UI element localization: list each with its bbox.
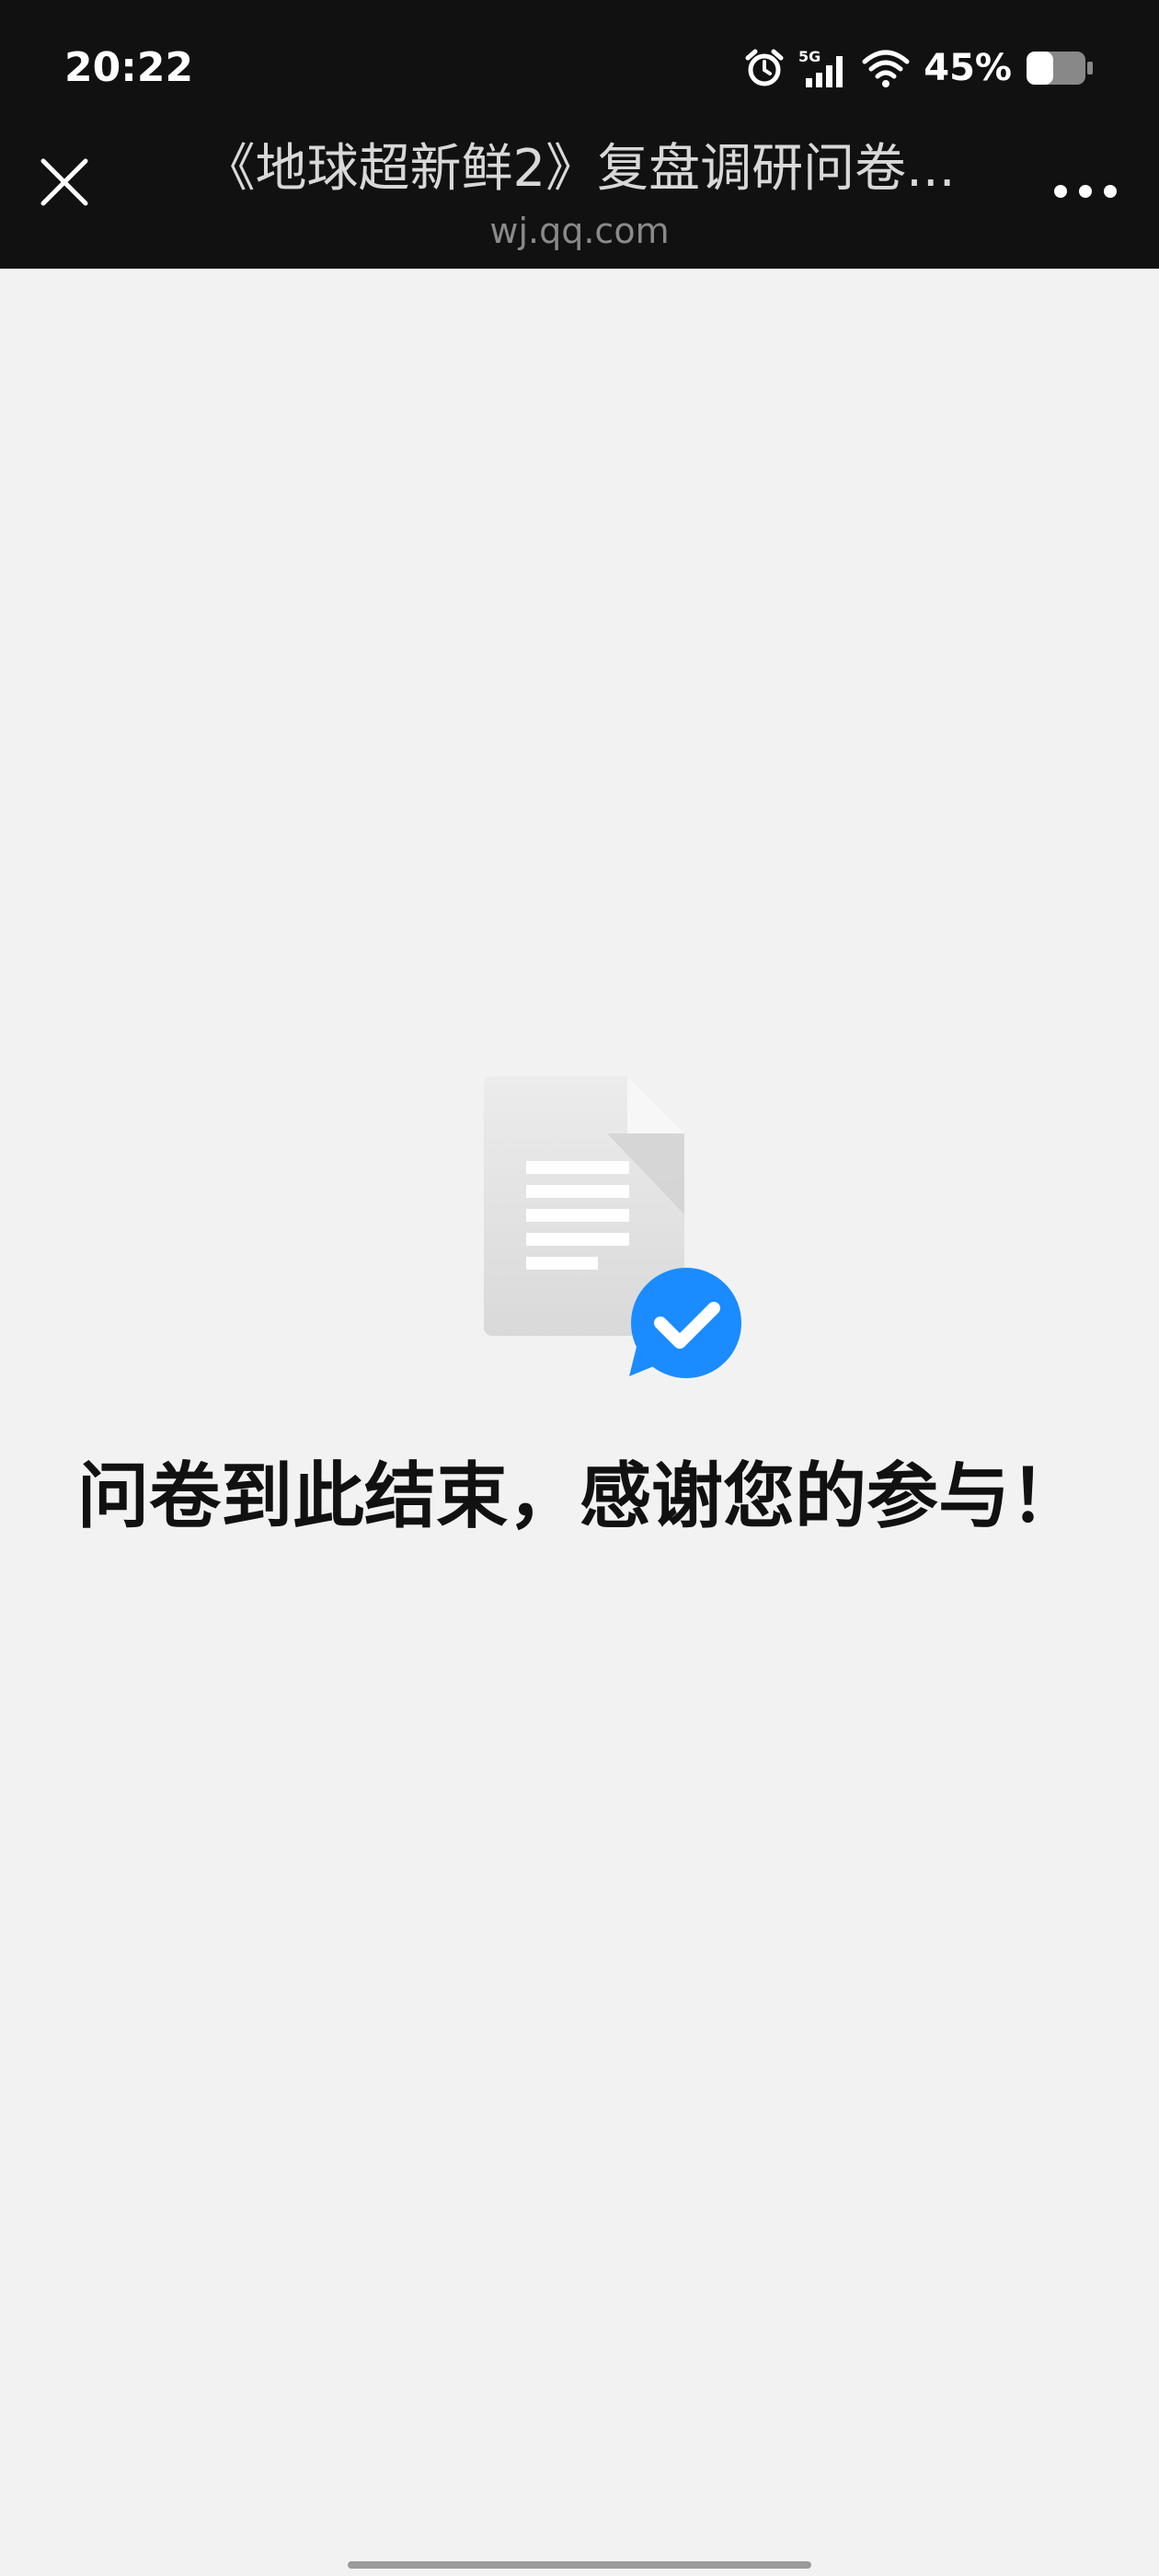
document-check-icon	[469, 1076, 745, 1380]
page-title: 《地球超新鲜2》复盘调研问卷...	[203, 139, 956, 199]
status-time: 20:22	[64, 44, 194, 91]
top-bar: 20:22 5G 45% 《地球超新鲜2》复盘调研问卷... wj.qq.com	[0, 0, 1159, 269]
more-button[interactable]	[1039, 156, 1131, 230]
status-icons: 5G 45%	[743, 40, 1095, 96]
battery-icon	[1025, 48, 1095, 88]
page-url: wj.qq.com	[489, 211, 670, 251]
network-type-label: 5G	[798, 48, 820, 65]
home-indicator[interactable]	[348, 2561, 811, 2569]
more-icon	[1053, 182, 1118, 204]
wifi-icon	[861, 47, 911, 89]
alarm-icon	[743, 47, 786, 89]
end-message: 问卷到此结束，感谢您的参与！	[76, 1455, 1082, 1538]
battery-percentage: 45%	[924, 47, 1012, 89]
status-bar: 20:22 5G 45%	[0, 0, 1159, 138]
main-content	[0, 269, 1159, 2576]
close-button[interactable]	[28, 147, 101, 221]
signal-icon: 5G	[798, 47, 848, 89]
close-icon	[40, 157, 89, 211]
